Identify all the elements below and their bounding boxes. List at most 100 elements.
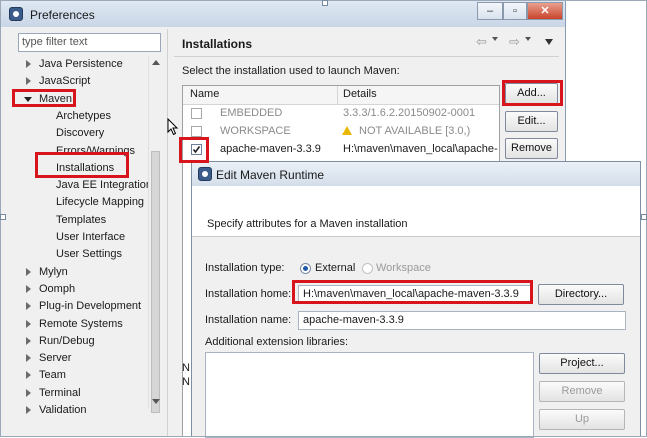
forward-icon[interactable]: ⇨ bbox=[509, 34, 520, 50]
tree-item[interactable]: JavaScript bbox=[15, 73, 147, 90]
preferences-titlebar[interactable]: Preferences – ▫ ✕ bbox=[1, 1, 565, 27]
close-button[interactable]: ✕ bbox=[527, 2, 563, 20]
tree-item[interactable]: Java EE Integration bbox=[15, 177, 152, 194]
extension-libraries-list[interactable] bbox=[205, 352, 534, 438]
installation-name-cell: EMBEDDED bbox=[220, 107, 283, 119]
dialog-titlebar[interactable]: Edit Maven Runtime bbox=[192, 162, 640, 186]
tree-item[interactable]: Oomph bbox=[15, 281, 147, 298]
scroll-down-icon[interactable] bbox=[152, 399, 160, 404]
tree-item[interactable]: Terminal bbox=[15, 385, 147, 402]
collapsed-arrow-icon[interactable] bbox=[26, 77, 31, 85]
maximize-button[interactable]: ▫ bbox=[503, 2, 527, 20]
workspace-radio-label[interactable]: Workspace bbox=[376, 262, 431, 274]
tree-item-label[interactable]: Java Persistence bbox=[39, 58, 123, 70]
installation-name-label: Installation name: bbox=[205, 314, 292, 326]
collapsed-arrow-icon[interactable] bbox=[26, 285, 31, 293]
remove-button[interactable]: Remove bbox=[505, 138, 558, 159]
tree-item-label[interactable]: Server bbox=[39, 352, 71, 364]
table-header: Name Details bbox=[183, 86, 499, 105]
collapsed-arrow-icon[interactable] bbox=[26, 268, 31, 276]
tree-scrollbar[interactable] bbox=[148, 56, 163, 413]
tree-item[interactable]: Mylyn bbox=[15, 264, 147, 281]
tree-item[interactable]: User Settings bbox=[15, 246, 147, 263]
installations-description: Select the installation used to launch M… bbox=[182, 65, 400, 77]
checkbox[interactable] bbox=[191, 108, 202, 119]
tree-item-label[interactable]: Templates bbox=[56, 214, 106, 226]
tree-item-label[interactable]: Archetypes bbox=[56, 110, 111, 122]
filter-input[interactable]: type filter text bbox=[18, 33, 161, 52]
pane-splitter[interactable] bbox=[167, 29, 168, 437]
tree-item-label[interactable]: User Settings bbox=[56, 248, 122, 260]
column-header-details[interactable]: Details bbox=[343, 88, 377, 100]
collapsed-arrow-icon[interactable] bbox=[26, 60, 31, 68]
tree-item[interactable]: User Interface bbox=[15, 229, 147, 246]
highlight-add bbox=[502, 80, 563, 106]
workspace-radio[interactable] bbox=[362, 263, 373, 274]
tree-item[interactable]: Validation bbox=[15, 402, 147, 419]
table-row[interactable]: EMBEDDED 3.3.3/1.6.2.20150902-0001 bbox=[183, 105, 499, 123]
scroll-up-icon[interactable] bbox=[152, 60, 160, 65]
tree-item-label[interactable]: Lifecycle Mapping bbox=[56, 196, 144, 208]
tree-item[interactable]: Plug-in Development bbox=[15, 298, 147, 315]
tree-item[interactable]: Java Persistence bbox=[15, 56, 147, 73]
title-separator bbox=[174, 56, 559, 57]
checkbox[interactable] bbox=[191, 126, 202, 137]
resize-handle[interactable] bbox=[641, 214, 647, 220]
table-row[interactable]: WORKSPACE NOT AVAILABLE [3.0,) bbox=[183, 123, 499, 141]
back-icon[interactable]: ⇦ bbox=[476, 34, 487, 50]
tree-item-label[interactable]: Team bbox=[39, 369, 66, 381]
tree-item[interactable]: Run/Debug bbox=[15, 333, 147, 350]
tree-item-label[interactable]: Discovery bbox=[56, 127, 104, 139]
resize-handle[interactable] bbox=[322, 0, 328, 6]
remove-library-button[interactable]: Remove bbox=[539, 381, 625, 402]
scroll-thumb[interactable] bbox=[151, 151, 160, 413]
installation-home-label: Installation home: bbox=[205, 288, 292, 300]
minimize-button[interactable]: – bbox=[477, 2, 503, 20]
tree-item[interactable]: Discovery bbox=[15, 125, 147, 142]
tree-item[interactable]: Remote Systems bbox=[15, 316, 147, 333]
resize-handle[interactable] bbox=[0, 214, 6, 220]
tree-item-label[interactable]: Plug-in Development bbox=[39, 300, 141, 312]
dialog-subtitle: Specify attributes for a Maven installat… bbox=[207, 218, 408, 230]
tree-item[interactable]: Templates bbox=[15, 212, 147, 229]
tree-item-label[interactable]: Validation bbox=[39, 404, 87, 416]
highlight-checkbox bbox=[179, 137, 209, 163]
mouse-cursor-icon bbox=[167, 118, 179, 136]
collapsed-arrow-icon[interactable] bbox=[26, 354, 31, 362]
tree-item-label[interactable]: Oomph bbox=[39, 283, 75, 295]
collapsed-arrow-icon[interactable] bbox=[26, 320, 31, 328]
table-row[interactable]: apache-maven-3.3.9 H:\maven\maven_local\a… bbox=[183, 141, 499, 159]
tree-item-label[interactable]: Java EE Integration bbox=[56, 179, 152, 191]
directory-button[interactable]: Directory... bbox=[538, 284, 624, 305]
installation-name-field[interactable]: apache-maven-3.3.9 bbox=[298, 311, 626, 330]
project-button[interactable]: Project... bbox=[539, 353, 625, 374]
collapsed-arrow-icon[interactable] bbox=[26, 371, 31, 379]
collapsed-arrow-icon[interactable] bbox=[26, 337, 31, 345]
column-header-name[interactable]: Name bbox=[190, 88, 219, 100]
tree-item[interactable]: Archetypes bbox=[15, 108, 147, 125]
external-radio-label[interactable]: External bbox=[315, 262, 355, 274]
installation-details-cell: H:\maven\maven_local\apache- bbox=[343, 143, 498, 155]
tree-item[interactable]: Lifecycle Mapping bbox=[15, 194, 147, 211]
tree-item-label[interactable]: User Interface bbox=[56, 231, 125, 243]
tree-item[interactable]: Team bbox=[15, 367, 147, 384]
collapsed-arrow-icon[interactable] bbox=[26, 302, 31, 310]
forward-dropdown-icon[interactable] bbox=[525, 37, 531, 41]
tree-item[interactable]: Server bbox=[15, 350, 147, 367]
collapsed-arrow-icon[interactable] bbox=[26, 389, 31, 397]
column-divider[interactable] bbox=[337, 86, 338, 104]
highlight-maven bbox=[12, 89, 76, 107]
tree-item-label[interactable]: Run/Debug bbox=[39, 335, 95, 347]
external-radio[interactable] bbox=[300, 263, 311, 274]
tree-item-label[interactable]: Terminal bbox=[39, 387, 81, 399]
edit-button[interactable]: Edit... bbox=[505, 111, 558, 132]
window-title: Preferences bbox=[30, 8, 95, 22]
tree-item-label[interactable]: Mylyn bbox=[39, 266, 68, 278]
tree-item-label[interactable]: Remote Systems bbox=[39, 318, 123, 330]
back-dropdown-icon[interactable] bbox=[492, 37, 498, 41]
tree-item-label[interactable]: JavaScript bbox=[39, 75, 90, 87]
view-menu-icon[interactable] bbox=[545, 39, 553, 45]
up-button[interactable]: Up bbox=[539, 409, 625, 430]
collapsed-arrow-icon[interactable] bbox=[26, 406, 31, 414]
highlight-installation-home bbox=[292, 280, 533, 304]
